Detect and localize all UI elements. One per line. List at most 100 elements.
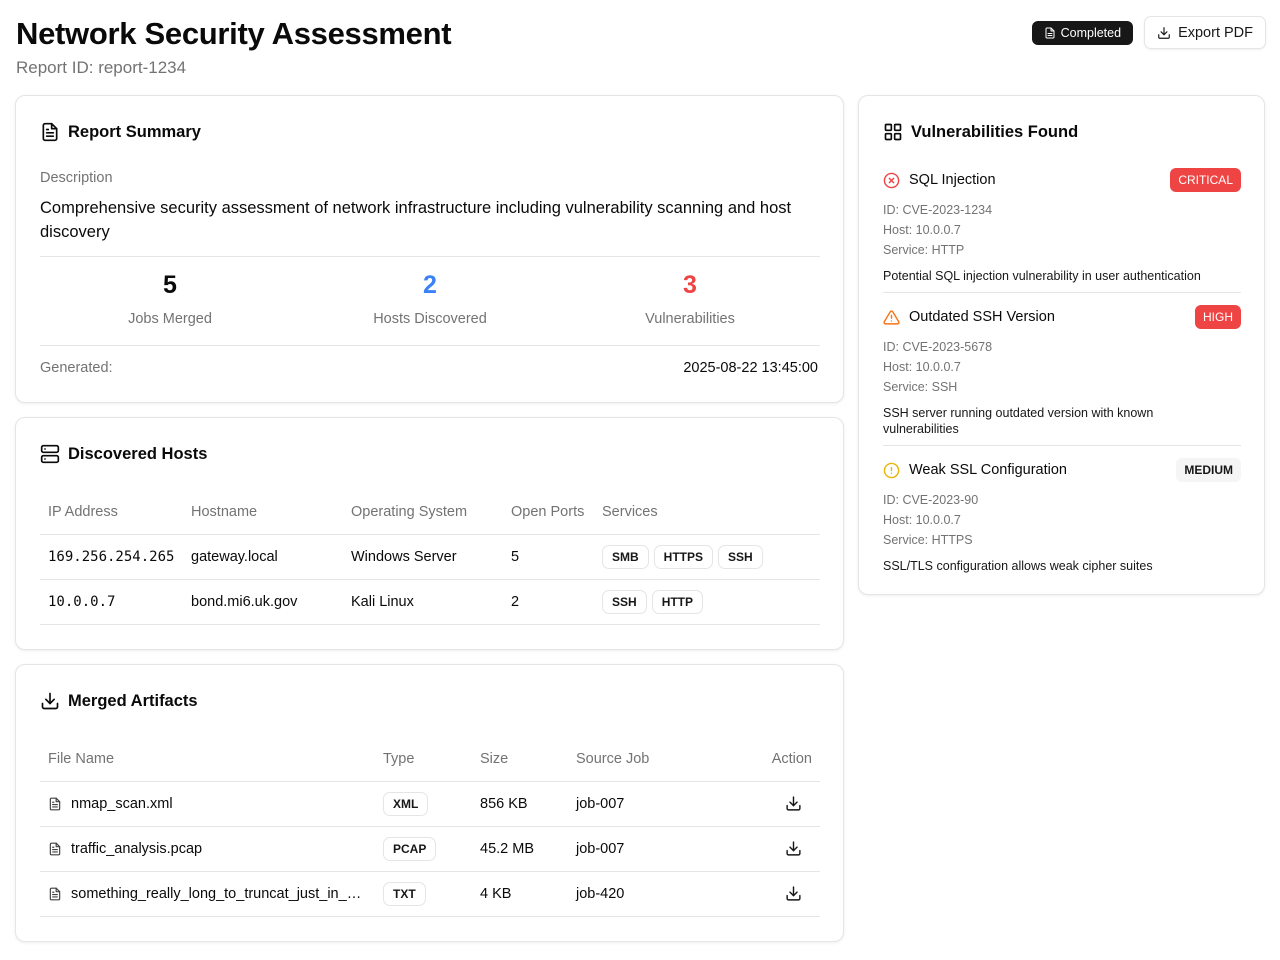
column-header: Open Ports xyxy=(503,490,594,535)
file-icon xyxy=(49,842,61,855)
summary-stats: 5 Jobs Merged 2 Hosts Discovered 3 Vulne… xyxy=(40,256,820,346)
service-badge: HTTPS xyxy=(653,544,714,569)
host-hostname: bond.mi6.uk.gov xyxy=(183,579,343,625)
generated-row: Generated: 2025-08-22 13:45:00 xyxy=(40,360,818,376)
severity-badge: MEDIUM xyxy=(1176,458,1241,482)
download-icon xyxy=(41,692,59,710)
generated-value: 2025-08-22 13:45:00 xyxy=(683,360,818,376)
report-summary-card: Report Summary Description Comprehensive… xyxy=(15,95,844,403)
vulnerability-service: Service: HTTPS xyxy=(883,533,973,547)
report-id: Report ID: report-1234 xyxy=(16,58,187,77)
vulnerability-item: Outdated SSH Version HIGH ID: CVE-2023-5… xyxy=(883,305,1241,437)
export-pdf-button[interactable]: Export PDF xyxy=(1144,16,1266,49)
description-label: Description xyxy=(40,170,113,186)
column-header: Hostname xyxy=(183,490,343,535)
table-row: traffic_analysis.pcap PCAP 45.2 MB job-0… xyxy=(40,826,820,872)
description-text: Comprehensive security assessment of net… xyxy=(40,199,792,241)
source-job: job-420 xyxy=(568,871,730,917)
file-name: nmap_scan.xml xyxy=(71,795,173,812)
download-button[interactable] xyxy=(780,836,806,862)
severity-badge: HIGH xyxy=(1195,305,1241,329)
vulnerability-name: SQL Injection xyxy=(909,172,996,188)
stat-label: Jobs Merged xyxy=(128,311,212,327)
stat-value: 3 xyxy=(683,271,697,299)
vulnerability-item: SQL Injection CRITICAL ID: CVE-2023-1234… xyxy=(883,168,1241,284)
download-icon xyxy=(785,886,801,901)
file-size: 4 KB xyxy=(472,871,568,917)
source-job: job-007 xyxy=(568,826,730,872)
service-badge: SMB xyxy=(602,544,649,569)
vulnerability-item: Weak SSL Configuration MEDIUM ID: CVE-20… xyxy=(883,458,1241,574)
file-size: 45.2 MB xyxy=(472,826,568,872)
file-name: traffic_analysis.pcap xyxy=(71,840,203,857)
service-badge: HTTP xyxy=(651,589,704,614)
host-open-ports: 2 xyxy=(503,579,594,625)
grid-icon xyxy=(884,123,902,141)
file-type-badge: TXT xyxy=(383,881,426,906)
vulnerability-host: Host: 10.0.0.7 xyxy=(883,360,961,374)
table-header-row: File Name Type Size Source Job Action xyxy=(40,737,820,782)
table-row: nmap_scan.xml XML 856 KB job-007 xyxy=(40,781,820,827)
file-name: something_really_long_to_truncat_just_in… xyxy=(71,885,366,902)
generated-label: Generated: xyxy=(40,360,113,376)
download-button[interactable] xyxy=(780,881,806,907)
stat-hosts-discovered: 2 Hosts Discovered xyxy=(300,257,560,345)
merged-artifacts-heading: Merged Artifacts xyxy=(40,691,198,711)
warning-triangle-icon xyxy=(883,309,900,325)
column-header: IP Address xyxy=(40,490,183,535)
vulnerability-id: ID: CVE-2023-5678 xyxy=(883,340,993,354)
vulnerability-service: Service: HTTP xyxy=(883,243,965,257)
host-hostname: gateway.local xyxy=(183,534,343,580)
vulnerability-id: ID: CVE-2023-1234 xyxy=(883,203,993,217)
column-header: Size xyxy=(472,737,568,782)
stat-value: 5 xyxy=(163,271,177,299)
download-button[interactable] xyxy=(780,791,806,817)
file-type: XML xyxy=(375,781,472,827)
vulnerability-host: Host: 10.0.0.7 xyxy=(883,513,961,527)
column-header: Operating System xyxy=(343,490,503,535)
page-header: Network Security Assessment Report ID: r… xyxy=(16,14,1266,84)
vulnerabilities-card: Vulnerabilities Found SQL Injection CRIT… xyxy=(858,95,1265,595)
file-type: TXT xyxy=(375,871,472,917)
file-size: 856 KB xyxy=(472,781,568,827)
artifacts-table: File Name Type Size Source Job Action nm… xyxy=(40,737,820,917)
source-job: job-007 xyxy=(568,781,730,827)
discovered-hosts-title: Discovered Hosts xyxy=(68,444,208,463)
header-actions: Completed Export PDF xyxy=(1031,16,1266,49)
table-row: something_really_long_to_truncat_just_in… xyxy=(40,871,820,917)
vulnerability-description: SSH server running outdated version with… xyxy=(883,406,1154,436)
file-type: PCAP xyxy=(375,826,472,872)
server-icon xyxy=(40,444,60,464)
severity-badge: CRITICAL xyxy=(1170,168,1241,192)
host-os: Windows Server xyxy=(343,534,503,580)
host-ip: 10.0.0.7 xyxy=(40,579,183,625)
host-os: Kali Linux xyxy=(343,579,503,625)
status-label: Completed xyxy=(1060,25,1122,40)
stat-value: 2 xyxy=(423,271,437,299)
discovered-hosts-card: Discovered Hosts IP Address Hostname Ope… xyxy=(15,417,844,650)
x-circle-icon xyxy=(883,172,900,188)
file-type-badge: PCAP xyxy=(383,836,437,861)
stat-jobs-merged: 5 Jobs Merged xyxy=(40,257,300,345)
host-open-ports: 5 xyxy=(503,534,594,580)
report-summary-title: Report Summary xyxy=(68,122,201,141)
vulnerability-host: Host: 10.0.0.7 xyxy=(883,223,961,237)
alert-circle-icon xyxy=(883,462,900,478)
column-header: Services xyxy=(594,490,820,535)
download-icon xyxy=(785,841,801,856)
export-pdf-label: Export PDF xyxy=(1178,24,1253,41)
host-services: SMB HTTPS SSH xyxy=(594,534,820,580)
stat-label: Hosts Discovered xyxy=(373,311,487,327)
column-header: Source Job xyxy=(568,737,730,782)
table-row: 10.0.0.7 bond.mi6.uk.gov Kali Linux 2 SS… xyxy=(40,579,820,625)
service-badge: SSH xyxy=(718,544,763,569)
hosts-table: IP Address Hostname Operating System Ope… xyxy=(40,490,820,625)
file-icon xyxy=(49,797,61,810)
action-cell xyxy=(730,781,820,827)
service-badge: SSH xyxy=(602,589,647,614)
download-icon xyxy=(785,796,801,811)
vulnerability-service: Service: SSH xyxy=(883,380,958,394)
document-icon xyxy=(1045,27,1055,38)
merged-artifacts-title: Merged Artifacts xyxy=(68,691,198,710)
discovered-hosts-heading: Discovered Hosts xyxy=(40,444,207,464)
